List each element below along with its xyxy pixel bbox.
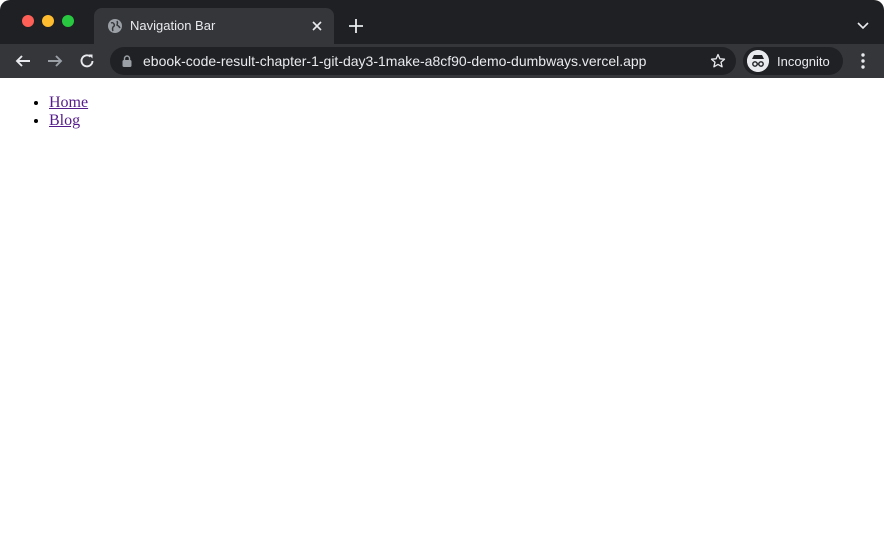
nav-link-blog[interactable]: Blog (49, 112, 80, 129)
nav-list: Home Blog (49, 94, 88, 130)
address-bar[interactable]: ebook-code-result-chapter-1-git-day3-1ma… (110, 47, 736, 75)
chevron-down-icon[interactable] (856, 18, 870, 32)
nav-item-blog: Blog (49, 112, 88, 130)
back-icon[interactable] (14, 52, 32, 70)
new-tab-icon[interactable] (346, 16, 366, 36)
page-content: Home Blog (0, 78, 884, 542)
more-menu-icon[interactable] (856, 52, 870, 70)
lock-icon[interactable] (122, 55, 132, 67)
nav-item-home: Home (49, 94, 88, 112)
close-window-button[interactable] (22, 15, 34, 27)
browser-window: Navigation Bar ebook-code-result-chapter… (0, 0, 884, 542)
incognito-profile-button[interactable]: Incognito (743, 47, 843, 75)
url-text[interactable]: ebook-code-result-chapter-1-git-day3-1ma… (143, 53, 646, 70)
browser-toolbar: ebook-code-result-chapter-1-git-day3-1ma… (0, 44, 884, 78)
tab-title: Navigation Bar (130, 18, 216, 33)
bookmark-star-icon[interactable] (710, 53, 726, 69)
tab-navigation-bar[interactable]: Navigation Bar (94, 8, 334, 44)
tab-strip: Navigation Bar (0, 0, 884, 44)
minimize-window-button[interactable] (42, 15, 54, 27)
maximize-window-button[interactable] (62, 15, 74, 27)
globe-icon (108, 19, 122, 33)
reload-icon[interactable] (78, 52, 96, 70)
incognito-icon (747, 50, 769, 72)
forward-icon[interactable] (46, 52, 64, 70)
close-tab-icon[interactable] (310, 19, 324, 33)
nav-link-home[interactable]: Home (49, 94, 88, 111)
incognito-label: Incognito (777, 54, 830, 69)
